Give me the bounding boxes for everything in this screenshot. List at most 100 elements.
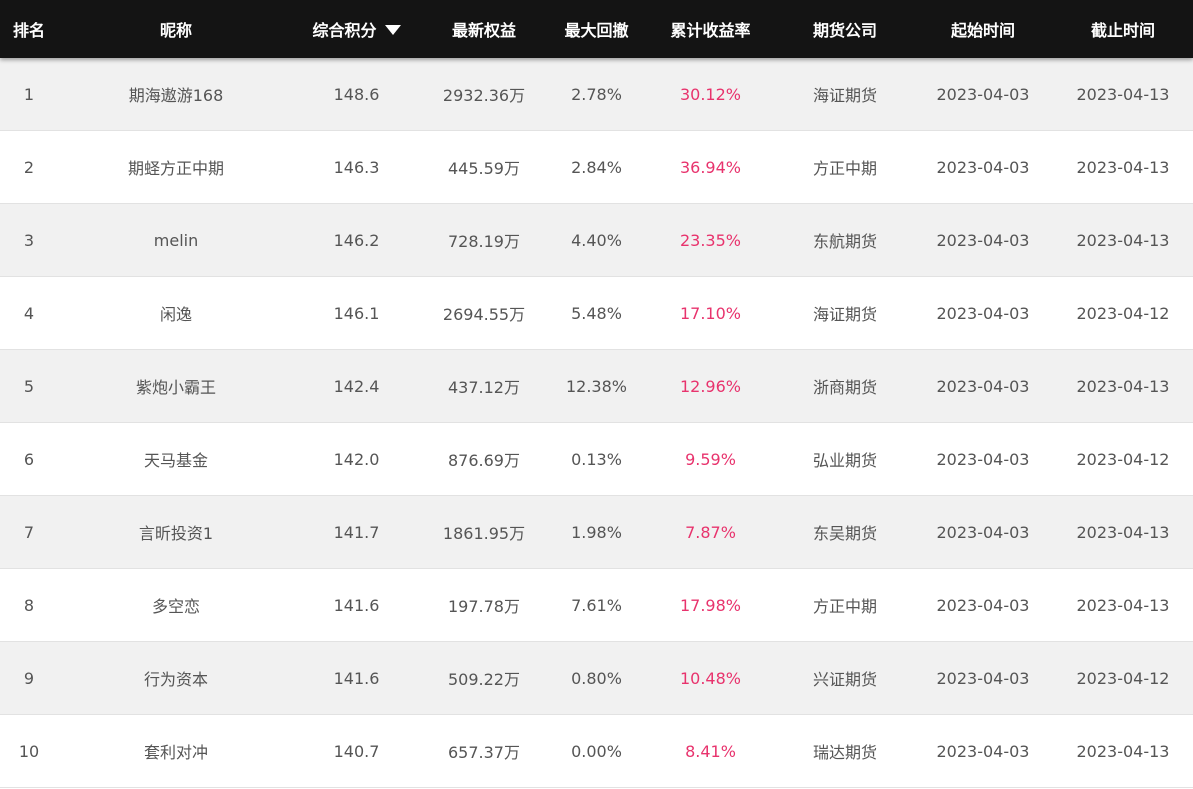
end-date-cell: 2023-04-13	[1076, 84, 1170, 104]
return-cell: 12.96%	[679, 376, 741, 396]
company-cell: 兴证期货	[812, 670, 877, 689]
drawdown-cell: 7.61%	[571, 595, 622, 615]
header-company[interactable]: 期货公司	[777, 17, 913, 41]
equity-cell: 876.69万	[448, 451, 520, 470]
score-cell: 141.6	[333, 595, 380, 615]
end-date-cell: 2023-04-13	[1076, 230, 1170, 250]
rank-cell: 6	[23, 449, 35, 469]
return-cell: 9.59%	[685, 449, 736, 469]
end-date-cell: 2023-04-13	[1076, 522, 1170, 542]
company-cell: 海证期货	[812, 86, 877, 105]
drawdown-cell: 4.40%	[571, 230, 622, 250]
table-row[interactable]: 10 套利对冲 140.7 657.37万 0.00% 8.41% 瑞达期货 2023-04-…	[0, 715, 1193, 788]
start-date-cell: 2023-04-03	[936, 230, 1030, 250]
return-cell: 23.35%	[679, 230, 741, 250]
company-cell: 弘业期货	[812, 451, 877, 470]
start-date-cell: 2023-04-03	[936, 157, 1030, 177]
table-row[interactable]: 5 紫炮小霸王 142.4 437.12万 12.38% 12.96% 浙商期货 2023-0…	[0, 350, 1193, 423]
rank-cell: 7	[23, 522, 35, 542]
return-cell: 7.87%	[685, 522, 736, 542]
return-cell: 30.12%	[679, 84, 741, 104]
header-score-sort[interactable]: 综合积分	[294, 17, 419, 41]
return-cell: 8.41%	[685, 741, 736, 761]
header-equity[interactable]: 最新权益	[419, 17, 549, 41]
start-date-cell: 2023-04-03	[936, 84, 1030, 104]
end-date-cell: 2023-04-13	[1076, 741, 1170, 761]
table-row[interactable]: 2 期蛏方正中期 146.3 445.59万 2.84% 36.94% 方正中期 2023-0…	[0, 131, 1193, 204]
rank-cell: 2	[23, 157, 35, 177]
return-cell: 17.98%	[679, 595, 741, 615]
drawdown-cell: 1.98%	[571, 522, 622, 542]
name-cell: 闲逸	[159, 305, 192, 324]
drawdown-cell: 0.80%	[571, 668, 622, 688]
score-cell: 146.2	[333, 230, 380, 250]
drawdown-cell: 0.00%	[571, 741, 622, 761]
equity-cell: 728.19万	[448, 232, 520, 251]
end-date-cell: 2023-04-13	[1076, 157, 1170, 177]
start-date-cell: 2023-04-03	[936, 303, 1030, 323]
table-header: 排名 昵称 综合积分 最新权益 最大回撤 累计收益率 期货公司 起始时间 截止时…	[0, 0, 1193, 58]
start-date-cell: 2023-04-03	[936, 449, 1030, 469]
company-cell: 方正中期	[812, 597, 877, 616]
return-cell: 36.94%	[679, 157, 741, 177]
start-date-cell: 2023-04-03	[936, 668, 1030, 688]
header-drawdown[interactable]: 最大回撤	[549, 17, 644, 41]
start-date-cell: 2023-04-03	[936, 595, 1030, 615]
table-row[interactable]: 9 行为资本 141.6 509.22万 0.80% 10.48% 兴证期货 2023-04-…	[0, 642, 1193, 715]
drawdown-cell: 2.78%	[571, 84, 622, 104]
drawdown-cell: 5.48%	[571, 303, 622, 323]
table-row[interactable]: 1 期海遨游168 148.6 2932.36万 2.78% 30.12% 海证期货 2023…	[0, 58, 1193, 131]
table-row[interactable]: 4 闲逸 146.1 2694.55万 5.48% 17.10% 海证期货 2023-04-0…	[0, 277, 1193, 350]
score-cell: 146.3	[333, 157, 380, 177]
score-cell: 142.4	[333, 376, 380, 396]
table-row[interactable]: 7 言昕投资1 141.7 1861.95万 1.98% 7.87% 东吴期货 2023-04…	[0, 496, 1193, 569]
ranking-table: 排名 昵称 综合积分 最新权益 最大回撤 累计收益率 期货公司 起始时间 截止时…	[0, 0, 1193, 788]
name-cell: 紫炮小霸王	[135, 378, 216, 397]
rank-cell: 5	[23, 376, 35, 396]
header-name[interactable]: 昵称	[58, 17, 294, 41]
score-cell: 142.0	[333, 449, 380, 469]
end-date-cell: 2023-04-12	[1076, 449, 1170, 469]
score-cell: 148.6	[333, 84, 380, 104]
header-score-label: 综合积分	[312, 21, 377, 40]
start-date-cell: 2023-04-03	[936, 376, 1030, 396]
equity-cell: 657.37万	[448, 743, 520, 762]
company-cell: 方正中期	[812, 159, 877, 178]
rank-cell: 4	[23, 303, 35, 323]
rank-cell: 8	[23, 595, 35, 615]
rank-cell: 1	[23, 84, 35, 104]
end-date-cell: 2023-04-13	[1076, 595, 1170, 615]
name-cell: 期海遨游168	[128, 86, 224, 105]
equity-cell: 1861.95万	[442, 524, 526, 543]
header-end[interactable]: 截止时间	[1053, 17, 1193, 41]
header-rank[interactable]: 排名	[0, 17, 58, 41]
name-cell: 期蛏方正中期	[127, 159, 224, 178]
name-cell: 行为资本	[143, 670, 208, 689]
drawdown-cell: 2.84%	[571, 157, 622, 177]
company-cell: 东航期货	[812, 232, 877, 251]
table-row[interactable]: 3 melin 146.2 728.19万 4.40% 23.35% 东航期货 2023-04…	[0, 204, 1193, 277]
end-date-cell: 2023-04-12	[1076, 303, 1170, 323]
caret-down-icon	[384, 25, 401, 35]
header-return[interactable]: 累计收益率	[644, 17, 777, 41]
drawdown-cell: 0.13%	[571, 449, 622, 469]
table-row[interactable]: 8 多空恋 141.6 197.78万 7.61% 17.98% 方正中期 2023-04-0…	[0, 569, 1193, 642]
name-cell: 言昕投资1	[138, 524, 214, 543]
score-cell: 141.6	[333, 668, 380, 688]
company-cell: 浙商期货	[812, 378, 877, 397]
equity-cell: 445.59万	[448, 159, 520, 178]
name-cell: 套利对冲	[143, 743, 208, 762]
equity-cell: 2932.36万	[442, 86, 526, 105]
company-cell: 东吴期货	[812, 524, 877, 543]
score-cell: 140.7	[333, 741, 380, 761]
score-cell: 141.7	[333, 522, 380, 542]
score-cell: 146.1	[333, 303, 380, 323]
name-cell: 天马基金	[143, 451, 208, 470]
return-cell: 10.48%	[679, 668, 741, 688]
start-date-cell: 2023-04-03	[936, 522, 1030, 542]
table-body: 1 期海遨游168 148.6 2932.36万 2.78% 30.12% 海证期货 2023…	[0, 58, 1193, 788]
table-row[interactable]: 6 天马基金 142.0 876.69万 0.13% 9.59% 弘业期货 2023-04-0…	[0, 423, 1193, 496]
return-cell: 17.10%	[679, 303, 741, 323]
header-start[interactable]: 起始时间	[913, 17, 1053, 41]
drawdown-cell: 12.38%	[565, 376, 627, 396]
